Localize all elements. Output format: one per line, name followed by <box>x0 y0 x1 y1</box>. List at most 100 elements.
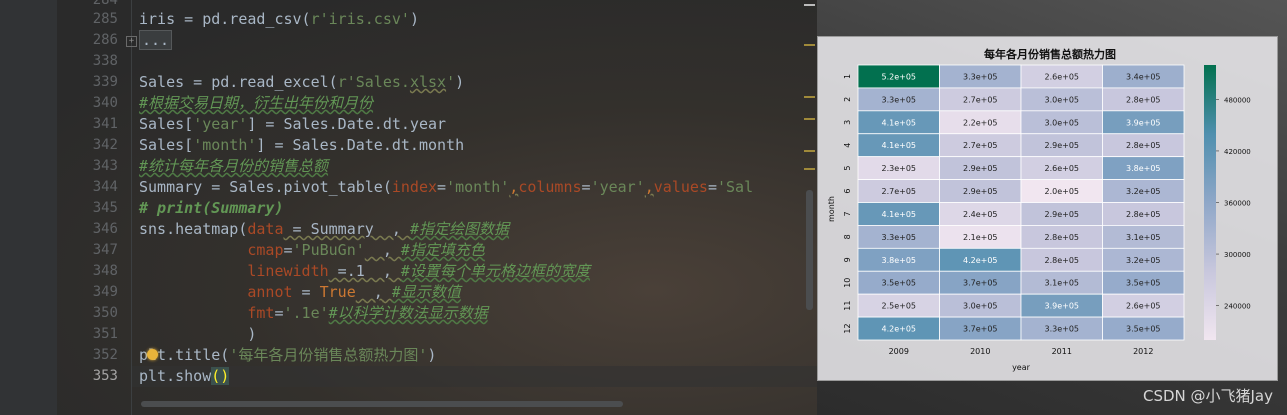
current-line-number: 353 <box>92 368 118 384</box>
cell-annotation: 4.2e+05 <box>963 256 998 265</box>
line-number: 347 <box>92 242 118 258</box>
line-number: 338 <box>92 53 118 69</box>
cell-annotation: 3.2e+05 <box>1126 187 1161 196</box>
code-line-345[interactable]: # print(Summary) <box>139 198 284 219</box>
plot-figure-window[interactable]: 每年各月份销售总额热力图 5.2e+05 3.3e+05 2.6e+05 3.4e+0… <box>817 36 1278 381</box>
cell-annotation: 2.2e+05 <box>963 118 998 127</box>
lightbulb-icon[interactable] <box>147 349 158 360</box>
y-tick-label: 12 <box>843 323 852 333</box>
horizontal-scrollbar[interactable] <box>141 401 623 407</box>
cell-annotation: 4.2e+05 <box>881 325 916 334</box>
line-number: 349 <box>92 284 118 300</box>
y-axis-label: month <box>827 196 836 222</box>
x-tick-label: 2011 <box>1052 347 1072 356</box>
line-number: 346 <box>92 221 118 237</box>
y-tick-label: 10 <box>843 278 852 288</box>
y-tick-label: 8 <box>843 234 852 239</box>
code-line-340[interactable]: #根据交易日期，衍生出年份和月份 <box>139 93 373 114</box>
cell-annotation: 3.3e+05 <box>881 95 916 104</box>
colorbar <box>1204 65 1216 340</box>
cell-annotation: 2.7e+05 <box>963 95 998 104</box>
cell-annotation: 2.8e+05 <box>1126 141 1161 150</box>
cell-annotation: 4.1e+05 <box>881 118 916 127</box>
code-line-351[interactable]: ) <box>139 324 256 345</box>
collapsed-region[interactable]: ... <box>139 30 173 50</box>
cell-annotation: 2.9e+05 <box>963 187 998 196</box>
line-number: 343 <box>92 158 118 174</box>
y-tick-label: 4 <box>843 143 852 148</box>
code-line-286[interactable]: ... <box>139 30 173 51</box>
cell-annotation: 3.7e+05 <box>963 279 998 288</box>
x-tick-label: 2009 <box>889 347 909 356</box>
scroll-marker <box>804 118 815 120</box>
cell-annotation: 2.8e+05 <box>1126 95 1161 104</box>
colorbar-tick-label: 420000 <box>1224 148 1251 156</box>
line-number: 345 <box>92 200 118 216</box>
code-line-350[interactable]: fmt='.1e'#以科学计数法显示数据 <box>139 303 487 324</box>
scroll-marker <box>804 168 815 170</box>
heatmap-chart: 每年各月份销售总额热力图 5.2e+05 3.3e+05 2.6e+05 3.4e+0… <box>827 47 1251 372</box>
scroll-marker <box>804 96 815 98</box>
cell-annotation: 2.6e+05 <box>1044 72 1079 81</box>
cell-annotation: 2.9e+05 <box>963 164 998 173</box>
line-number: 350 <box>92 305 118 321</box>
line-number: 286 <box>92 32 118 48</box>
cell-annotation: 2.3e+05 <box>881 164 916 173</box>
fold-expand-icon[interactable]: + <box>126 36 137 47</box>
code-line-346[interactable]: sns.heatmap(data = Summary , #指定绘图数据 <box>139 219 509 240</box>
watermark: CSDN @小飞猪Jay <box>1142 387 1273 405</box>
line-number-gutter: 284 285 286 338 339 340 341 342 343 344 … <box>57 0 132 415</box>
cell-annotation: 3.3e+05 <box>881 233 916 242</box>
code-editor[interactable]: 284 285 286 338 339 340 341 342 343 344 … <box>0 0 817 415</box>
y-tick-label: 6 <box>843 188 852 193</box>
code-line-353[interactable]: plt.show() <box>139 366 230 387</box>
cell-annotation: 2.6e+05 <box>1126 302 1161 311</box>
code-line-347[interactable]: cmap='PuBuGn' , #指定填充色 <box>139 240 485 261</box>
code-line-344[interactable]: Summary = Sales.pivot_table(index='month… <box>139 177 753 198</box>
y-tick-label: 7 <box>843 211 852 216</box>
cell-annotation: 2.9e+05 <box>1044 141 1079 150</box>
y-tick-label: 9 <box>843 257 852 262</box>
cell-annotation: 2.8e+05 <box>1044 256 1079 265</box>
scroll-marker <box>804 150 815 152</box>
matched-paren-highlight: () <box>211 367 230 385</box>
code-line-352[interactable]: plt.title('每年各月份销售总额热力图') <box>139 345 436 366</box>
colorbar-tick-label: 360000 <box>1224 200 1251 208</box>
code-line-348[interactable]: linewidth =.1 , #设置每个单元格边框的宽度 <box>139 261 590 282</box>
cell-annotation: 3.5e+05 <box>1126 325 1161 334</box>
code-line-339[interactable]: Sales = pd.read_excel(r'Sales.xlsx') <box>139 72 464 93</box>
cell-annotation: 3.9e+05 <box>1126 118 1161 127</box>
cell-annotation: 2.9e+05 <box>1044 210 1079 219</box>
y-tick-label: 3 <box>843 120 852 125</box>
tool-strip <box>0 0 57 415</box>
cell-annotation: 4.1e+05 <box>881 141 916 150</box>
cell-annotation: 3.7e+05 <box>963 325 998 334</box>
cell-annotation: 3.2e+05 <box>1126 256 1161 265</box>
code-line-342[interactable]: Sales['month'] = Sales.Date.dt.month <box>139 135 464 156</box>
line-number: 285 <box>92 11 118 27</box>
cell-annotation: 3.3e+05 <box>963 72 998 81</box>
code-line-285[interactable]: iris = pd.read_csv(r'iris.csv') <box>139 9 419 30</box>
x-tick-label: 2012 <box>1133 347 1153 356</box>
cell-annotation: 3.4e+05 <box>1126 72 1161 81</box>
colorbar-tick-label: 480000 <box>1224 96 1251 104</box>
line-number: 344 <box>92 179 118 195</box>
cell-annotation: 2.0e+05 <box>1044 187 1079 196</box>
cell-annotation: 2.8e+05 <box>1126 210 1161 219</box>
chart-title: 每年各月份销售总额热力图 <box>984 47 1116 61</box>
line-number: 339 <box>92 74 118 90</box>
cell-annotation: 3.0e+05 <box>963 302 998 311</box>
cell-annotation: 2.7e+05 <box>881 187 916 196</box>
line-number: 352 <box>92 347 118 363</box>
cell-annotation: 2.8e+05 <box>1044 233 1079 242</box>
y-tick-label: 1 <box>843 74 852 79</box>
vertical-scrollbar[interactable] <box>806 190 813 310</box>
cell-annotation: 3.1e+05 <box>1126 233 1161 242</box>
cell-annotation: 3.5e+05 <box>1126 279 1161 288</box>
code-line-343[interactable]: #统计每年各月份的销售总额 <box>139 156 328 177</box>
line-number: 341 <box>92 116 118 132</box>
cell-annotation: 3.8e+05 <box>881 256 916 265</box>
code-line-349[interactable]: annot = True , #显示数值 <box>139 282 461 303</box>
line-number: 340 <box>92 95 118 111</box>
code-line-341[interactable]: Sales['year'] = Sales.Date.dt.year <box>139 114 446 135</box>
